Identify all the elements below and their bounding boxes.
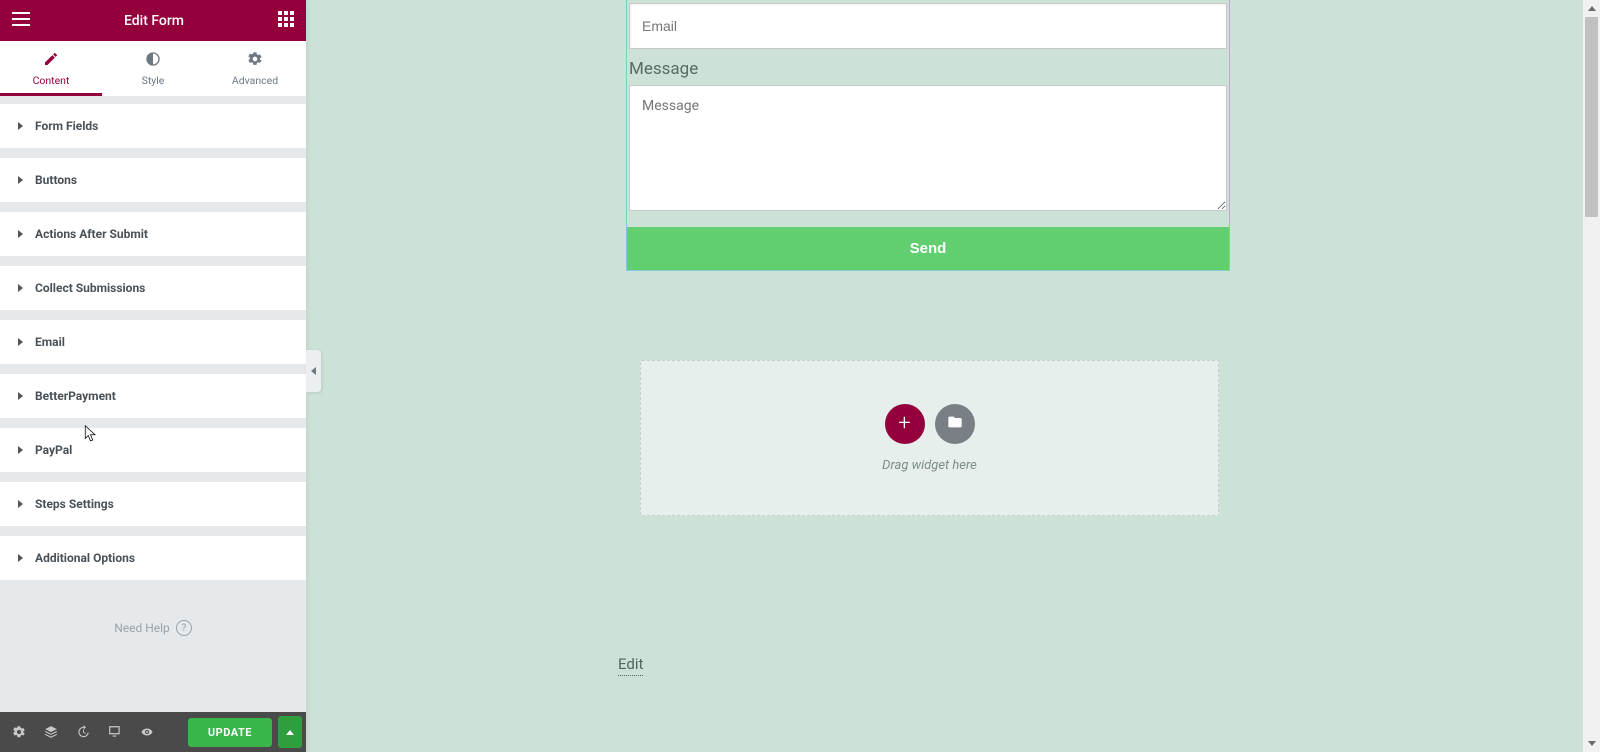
caret-right-icon	[18, 500, 23, 508]
caret-right-icon	[18, 176, 23, 184]
folder-icon	[947, 414, 963, 434]
editor-tabs: Content Style Advanced	[0, 41, 306, 96]
message-textarea[interactable]	[629, 85, 1227, 211]
update-button[interactable]: UPDATE	[188, 718, 272, 747]
drop-zone-hint: Drag widget here	[882, 458, 977, 473]
history-button[interactable]	[68, 717, 98, 747]
sidebar-bottom-bar: UPDATE	[0, 712, 306, 752]
tab-style[interactable]: Style	[102, 41, 204, 93]
section-betterpayment[interactable]: BetterPayment	[0, 374, 306, 418]
scroll-track[interactable]	[1583, 17, 1600, 735]
caret-right-icon	[18, 554, 23, 562]
gear-icon	[247, 51, 263, 74]
pencil-icon	[43, 51, 59, 74]
section-additional-options[interactable]: Additional Options	[0, 536, 306, 580]
template-library-button[interactable]	[935, 404, 975, 444]
need-help-link[interactable]: Need Help ?	[0, 590, 306, 676]
tab-label: Style	[142, 74, 165, 87]
scroll-up-button[interactable]	[1583, 0, 1600, 17]
section-label: Buttons	[35, 173, 77, 187]
section-label: Collect Submissions	[35, 281, 145, 295]
editor-sidebar: Edit Form Content Style Advanced Form Fi…	[0, 0, 306, 752]
section-paypal[interactable]: PayPal	[0, 428, 306, 472]
section-label: Form Fields	[35, 119, 98, 133]
navigator-button[interactable]	[36, 717, 66, 747]
section-label: BetterPayment	[35, 389, 116, 403]
tab-label: Advanced	[232, 74, 278, 87]
scroll-down-button[interactable]	[1583, 735, 1600, 752]
caret-right-icon	[18, 122, 23, 130]
tab-label: Content	[33, 74, 70, 87]
help-icon: ?	[176, 620, 192, 636]
section-label: Actions After Submit	[35, 227, 148, 241]
contrast-icon	[145, 51, 161, 74]
caret-right-icon	[18, 392, 23, 400]
section-label: Additional Options	[35, 551, 135, 565]
responsive-button[interactable]	[100, 717, 130, 747]
scroll-thumb[interactable]	[1585, 17, 1598, 217]
vertical-scrollbar[interactable]	[1583, 0, 1600, 752]
caret-right-icon	[18, 446, 23, 454]
section-label: Steps Settings	[35, 497, 114, 511]
sidebar-header: Edit Form	[0, 0, 306, 41]
add-widget-button[interactable]: +	[885, 404, 925, 444]
caret-right-icon	[18, 230, 23, 238]
section-actions-after-submit[interactable]: Actions After Submit	[0, 212, 306, 256]
tab-advanced[interactable]: Advanced	[204, 41, 306, 93]
email-input[interactable]	[629, 3, 1227, 49]
message-label: Message	[627, 49, 1229, 85]
hamburger-icon[interactable]	[12, 11, 30, 30]
sidebar-title: Edit Form	[30, 13, 278, 29]
section-buttons[interactable]: Buttons	[0, 158, 306, 202]
section-label: Email	[35, 335, 65, 349]
settings-button[interactable]	[4, 717, 34, 747]
send-button[interactable]: Send	[627, 227, 1229, 270]
drop-zone-buttons: +	[885, 404, 975, 444]
edit-link[interactable]: Edit	[618, 655, 643, 676]
canvas: Message Send + Drag widget here Edit	[306, 0, 1583, 752]
section-label: PayPal	[35, 443, 72, 457]
tab-content[interactable]: Content	[0, 41, 102, 96]
section-form-fields[interactable]: Form Fields	[0, 104, 306, 148]
caret-right-icon	[18, 284, 23, 292]
section-collect-submissions[interactable]: Collect Submissions	[0, 266, 306, 310]
need-help-label: Need Help	[114, 621, 170, 635]
update-label: UPDATE	[208, 726, 252, 739]
section-steps-settings[interactable]: Steps Settings	[0, 482, 306, 526]
form-widget[interactable]: Message Send	[627, 0, 1229, 270]
section-email[interactable]: Email	[0, 320, 306, 364]
elements-grid-icon[interactable]	[278, 11, 294, 31]
widget-drop-zone[interactable]: + Drag widget here	[640, 360, 1219, 516]
update-options-button[interactable]	[278, 716, 302, 748]
preview-button[interactable]	[132, 717, 162, 747]
editor-sections: Form Fields Buttons Actions After Submit…	[0, 96, 306, 712]
plus-icon: +	[898, 411, 910, 436]
caret-right-icon	[18, 338, 23, 346]
